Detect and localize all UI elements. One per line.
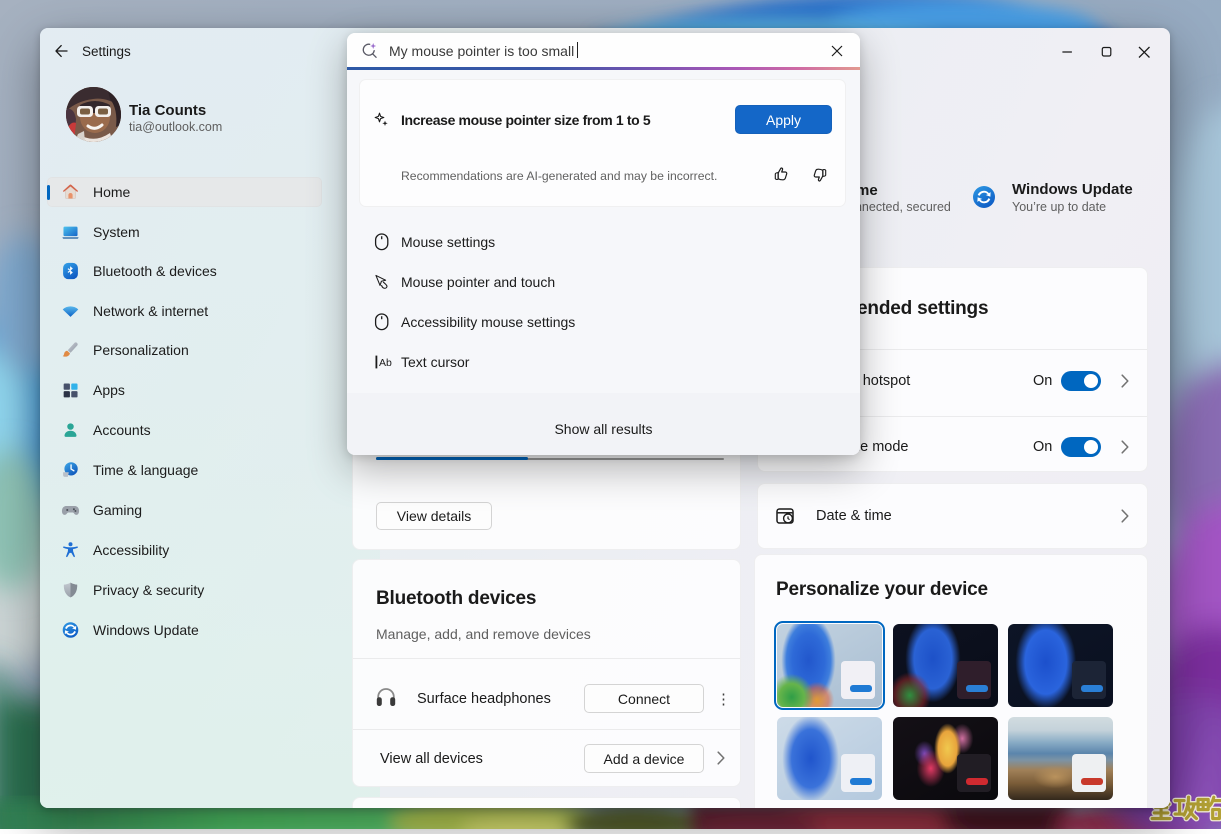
svg-text:Ab: Ab <box>379 357 392 369</box>
